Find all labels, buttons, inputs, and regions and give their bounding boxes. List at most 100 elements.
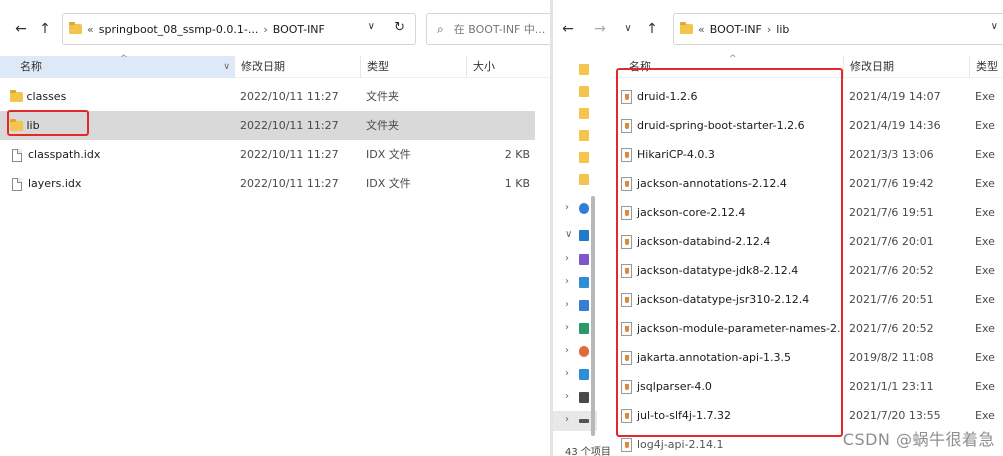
- address-dropdown-icon[interactable]: ∨: [368, 21, 375, 32]
- file-name-cell: jackson-datatype-jdk8-2.12.4: [621, 256, 841, 285]
- jar-file-row[interactable]: jakarta.annotation-api-1.3.5 2019/8/2 11:…: [613, 343, 1003, 372]
- file-name: jakarta.annotation-api-1.3.5: [637, 351, 792, 364]
- file-name: jackson-core-2.12.4: [637, 206, 746, 219]
- navigation-pane: › ∨ › › › › › › › ›: [553, 56, 597, 456]
- file-date: 2021/7/6 19:42: [849, 177, 934, 190]
- file-type: Exe: [975, 351, 995, 364]
- file-date: 2021/7/6 20:51: [849, 293, 934, 306]
- column-header-size[interactable]: 大小: [466, 56, 551, 78]
- file-date: 2021/3/3 13:06: [849, 148, 934, 161]
- file-row-layers-idx[interactable]: layers.idx 2022/10/11 11:27 IDX 文件 1 KB: [0, 169, 535, 198]
- file-type: Exe: [975, 206, 995, 219]
- column-dropdown-icon[interactable]: ∨: [223, 56, 230, 78]
- file-date: 2021/7/6 20:52: [849, 264, 934, 277]
- file-row-lib[interactable]: lib 2022/10/11 11:27 文件夹: [0, 111, 535, 140]
- nav-item[interactable]: [553, 82, 597, 102]
- file-name-cell: jackson-datatype-jsr310-2.12.4: [621, 285, 841, 314]
- jar-file-icon: [621, 293, 632, 307]
- file-name-cell: jsqlparser-4.0: [621, 372, 841, 401]
- column-header-name[interactable]: ^ 名称: [613, 54, 843, 78]
- jar-file-row[interactable]: jackson-module-parameter-names-2.... 2021…: [613, 314, 1003, 343]
- folder-icon: [579, 152, 589, 163]
- jar-file-icon: [621, 380, 632, 394]
- column-header-type[interactable]: 类型: [360, 56, 466, 78]
- column-header-date[interactable]: 修改日期: [234, 56, 360, 78]
- jar-file-icon: [621, 235, 632, 249]
- file-date: 2021/7/6 20:01: [849, 235, 934, 248]
- file-date: 2022/10/11 11:27: [240, 148, 339, 161]
- address-segment-lib[interactable]: lib: [776, 23, 789, 36]
- back-arrow-icon[interactable]: ←: [12, 20, 30, 38]
- up-arrow-icon[interactable]: ↑: [643, 20, 661, 38]
- jar-file-row[interactable]: jackson-datatype-jdk8-2.12.4 2021/7/6 20:…: [613, 256, 1003, 285]
- file-date: 2019/8/2 11:08: [849, 351, 934, 364]
- column-header-name-label: 名称: [629, 60, 651, 73]
- picture-icon: [579, 277, 589, 288]
- column-header-type[interactable]: 类型: [969, 56, 1003, 78]
- jar-file-row[interactable]: jackson-databind-2.12.4 2021/7/6 20:01 Exe: [613, 227, 1003, 256]
- file-date: 2021/4/19 14:36: [849, 119, 941, 132]
- jar-file-row[interactable]: jackson-datatype-jsr310-2.12.4 2021/7/6 2…: [613, 285, 1003, 314]
- file-name: HikariCP-4.0.3: [637, 148, 715, 161]
- forward-arrow-icon[interactable]: →: [591, 20, 609, 38]
- address-segment-root[interactable]: springboot_08_ssmp-0.0.1-...: [99, 23, 259, 36]
- overflow-chevrons: «: [698, 22, 705, 36]
- recent-dropdown-icon[interactable]: ∨: [619, 20, 637, 38]
- file-type: Exe: [975, 148, 995, 161]
- file-name: lib: [26, 119, 40, 132]
- right-column-header: ^ 名称 修改日期 类型: [613, 54, 1003, 78]
- file-type: Exe: [975, 90, 995, 103]
- file-name-cell: classpath.idx: [12, 140, 232, 169]
- file-name: layers.idx: [28, 177, 82, 190]
- search-placeholder: 在 BOOT-INF 中...: [453, 23, 546, 36]
- file-name: druid-spring-boot-starter-1.2.6: [637, 119, 805, 132]
- drive-icon: [579, 419, 589, 423]
- monitor-icon: [579, 230, 589, 241]
- left-address-row: ← ↑ « springboot_08_ssmp-0.0.1-... › BOO…: [0, 0, 551, 56]
- file-name-cell: HikariCP-4.0.3: [621, 140, 841, 169]
- breadcrumb-separator-icon: ›: [766, 22, 772, 36]
- jar-file-row[interactable]: jackson-core-2.12.4 2021/7/6 19:51 Exe: [613, 198, 1003, 227]
- jar-file-icon: [621, 351, 632, 365]
- cloud-icon: [579, 203, 589, 214]
- refresh-icon[interactable]: ↻: [394, 20, 405, 35]
- address-segment-boot-inf[interactable]: BOOT-INF: [273, 23, 325, 36]
- file-type: Exe: [975, 322, 995, 335]
- file-name-cell: jackson-databind-2.12.4: [621, 227, 841, 256]
- nav-scrollbar[interactable]: [591, 196, 595, 436]
- up-arrow-icon[interactable]: ↑: [36, 20, 54, 38]
- file-date: 2021/7/6 19:51: [849, 206, 934, 219]
- left-search-input[interactable]: ⌕ 在 BOOT-INF 中...: [426, 13, 551, 45]
- jar-file-row[interactable]: druid-spring-boot-starter-1.2.6 2021/4/19…: [613, 111, 1003, 140]
- nav-item[interactable]: [553, 60, 597, 80]
- file-row-classpath-idx[interactable]: classpath.idx 2022/10/11 11:27 IDX 文件 2 …: [0, 140, 535, 169]
- file-name: jsqlparser-4.0: [637, 380, 712, 393]
- jar-file-row[interactable]: jsqlparser-4.0 2021/1/1 23:11 Exe: [613, 372, 1003, 401]
- folder-icon: [579, 108, 589, 119]
- jar-file-row[interactable]: druid-1.2.6 2021/4/19 14:07 Exe: [613, 82, 1003, 111]
- file-date: 2022/10/11 11:27: [240, 119, 339, 132]
- nav-item[interactable]: [553, 170, 597, 190]
- folder-icon: [579, 64, 589, 75]
- nav-item[interactable]: [553, 104, 597, 124]
- jar-file-row[interactable]: HikariCP-4.0.3 2021/3/3 13:06 Exe: [613, 140, 1003, 169]
- nav-item[interactable]: [553, 148, 597, 168]
- nav-item[interactable]: [553, 126, 597, 146]
- jar-file-icon: [621, 177, 632, 191]
- right-address-bar[interactable]: « BOOT-INF › lib ∨: [673, 13, 1003, 45]
- column-header-date[interactable]: 修改日期: [843, 56, 969, 78]
- left-address-bar[interactable]: « springboot_08_ssmp-0.0.1-... › BOOT-IN…: [62, 13, 416, 45]
- file-type: Exe: [975, 177, 995, 190]
- file-row-classes[interactable]: classes 2022/10/11 11:27 文件夹: [0, 82, 535, 111]
- address-segment-boot-inf[interactable]: BOOT-INF: [710, 23, 762, 36]
- file-type: Exe: [975, 119, 995, 132]
- file-name: jackson-datatype-jsr310-2.12.4: [637, 293, 810, 306]
- desktop-icon: [579, 369, 589, 380]
- address-dropdown-icon[interactable]: ∨: [991, 21, 998, 32]
- back-arrow-icon[interactable]: ←: [559, 20, 577, 38]
- column-header-name[interactable]: ^ 名称 ∨: [0, 54, 234, 78]
- music-icon: [579, 346, 589, 357]
- jar-file-icon: [621, 322, 632, 336]
- jar-file-row[interactable]: jackson-annotations-2.12.4 2021/7/6 19:42…: [613, 169, 1003, 198]
- download-icon: [579, 323, 589, 334]
